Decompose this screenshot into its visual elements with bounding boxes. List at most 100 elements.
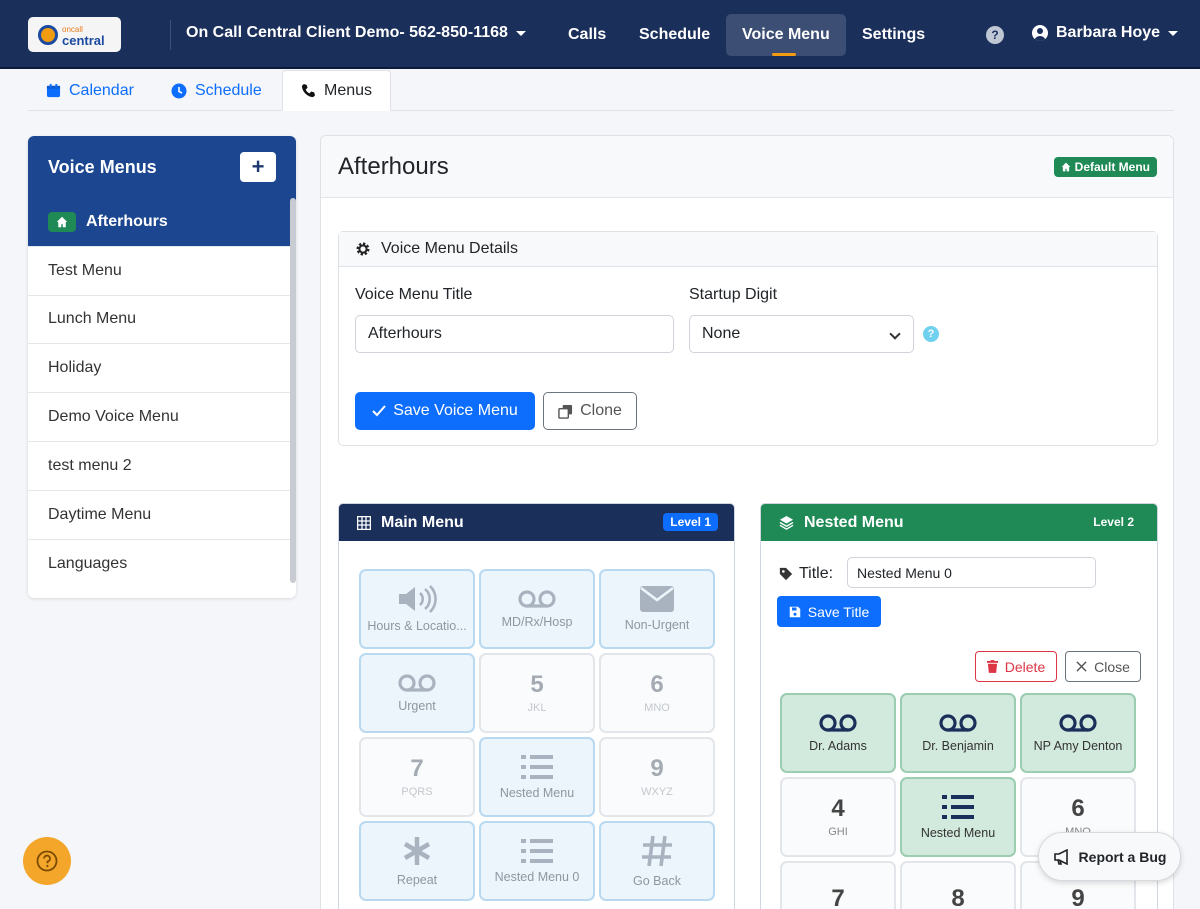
keypad-key-repeat[interactable]: Repeat: [359, 821, 475, 901]
nav-calls[interactable]: Calls: [552, 14, 622, 56]
key-caption: Hours & Locatio...: [367, 619, 467, 633]
delete-button[interactable]: Delete: [975, 651, 1057, 682]
keypad-key-nested-menu-0[interactable]: Nested Menu 0: [479, 821, 595, 901]
clock-icon: [171, 83, 187, 99]
envelope-icon: [640, 586, 674, 612]
phone-icon: [301, 83, 316, 98]
layers-icon: [779, 515, 794, 530]
sub-tabs: Calendar Schedule Menus: [28, 70, 1174, 111]
sidebar-item-test-menu-2[interactable]: test menu 2: [28, 442, 296, 491]
keypad-key-7[interactable]: 7 PQRS: [359, 737, 475, 817]
keypad-key-8[interactable]: 8: [900, 861, 1016, 909]
voicemail-icon: [517, 589, 557, 609]
close-button[interactable]: Close: [1065, 651, 1141, 682]
active-indicator: [772, 53, 796, 56]
nav-schedule[interactable]: Schedule: [623, 14, 726, 56]
sidebar-scrollbar[interactable]: [290, 198, 296, 583]
save-title-button[interactable]: Save Title: [777, 596, 881, 627]
sidebar-item-test-menu[interactable]: Test Menu: [28, 247, 296, 296]
top-navbar: oncall central On Call Central Client Dem…: [0, 0, 1200, 69]
close-icon: [1076, 661, 1087, 672]
key-caption: Dr. Benjamin: [922, 739, 994, 753]
keypad-key-non-urgent[interactable]: Non-Urgent: [599, 569, 715, 649]
client-selector[interactable]: On Call Central Client Demo- 562-850-116…: [186, 24, 526, 42]
user-menu[interactable]: Barbara Hoye: [1032, 24, 1179, 42]
key-digit: 4: [831, 795, 845, 822]
keypad-key-dr-adams[interactable]: Dr. Adams: [780, 693, 896, 773]
sidebar-item-lunch-menu[interactable]: Lunch Menu: [28, 296, 296, 345]
sidebar-title: Voice Menus: [48, 156, 157, 177]
key-caption: Nested Menu: [499, 786, 575, 800]
add-voice-menu-button[interactable]: +: [240, 152, 276, 182]
chevron-down-icon: [515, 30, 526, 36]
keypad-key-md-rx-hosp[interactable]: MD/Rx/Hosp: [479, 569, 595, 649]
startup-digit-select[interactable]: None: [689, 315, 914, 353]
keypad-key-6[interactable]: 6 MNO: [599, 653, 715, 733]
key-digit: 9: [650, 755, 664, 782]
keypad-key-go-back[interactable]: Go Back: [599, 821, 715, 901]
startup-digit-label: Startup Digit: [689, 286, 778, 303]
keypad-key-hours-locatio[interactable]: Hours & Locatio...: [359, 569, 475, 649]
report-bug-button[interactable]: Report a Bug: [1038, 832, 1181, 881]
tab-schedule[interactable]: Schedule: [153, 70, 280, 111]
key-caption: Repeat: [396, 873, 438, 887]
list-icon: [521, 838, 553, 864]
nav-settings[interactable]: Settings: [846, 14, 941, 56]
help-fab-button[interactable]: [23, 837, 71, 885]
nested-title-input[interactable]: Nested Menu 0: [847, 557, 1096, 588]
clone-icon: [558, 404, 573, 419]
keypad-key-5[interactable]: 5 JKL: [479, 653, 595, 733]
user-icon: [1032, 25, 1048, 41]
brand-logo[interactable]: oncall central: [28, 17, 121, 52]
help-icon[interactable]: ?: [986, 26, 1004, 44]
nested-menu-header: Nested Menu: [804, 513, 904, 531]
key-digit: 6: [650, 671, 664, 698]
logo-text-bottom: central: [62, 32, 105, 48]
keypad-key-nested-menu[interactable]: Nested Menu: [900, 777, 1016, 857]
keypad-key-7[interactable]: 7: [780, 861, 896, 909]
level-badge: Level 2: [1093, 515, 1134, 529]
tab-menus[interactable]: Menus: [282, 70, 392, 111]
tab-calendar[interactable]: Calendar: [28, 70, 152, 111]
sidebar-item-holiday[interactable]: Holiday: [28, 344, 296, 394]
sidebar-item-afterhours[interactable]: Afterhours: [28, 198, 296, 247]
title-label: Voice Menu Title: [355, 286, 473, 303]
key-caption: Non-Urgent: [624, 618, 690, 632]
hash-icon: [641, 834, 673, 868]
keypad-key-4[interactable]: 4 GHI: [780, 777, 896, 857]
save-voice-menu-button[interactable]: Save Voice Menu: [355, 392, 535, 430]
voicemail-icon: [1058, 713, 1098, 733]
sidebar-item-languages[interactable]: Languages: [28, 540, 296, 589]
nav-voice-menu[interactable]: Voice Menu: [726, 14, 846, 56]
key-letters: MNO: [644, 702, 670, 714]
level-badge: Level 1: [663, 513, 718, 531]
megaphone-icon: [1053, 848, 1068, 865]
chevron-down-icon: [889, 328, 901, 340]
key-letters: WXYZ: [641, 786, 673, 798]
keypad-key-np-amy-denton[interactable]: NP Amy Denton: [1020, 693, 1136, 773]
keypad-key-urgent[interactable]: Urgent: [359, 653, 475, 733]
sidebar-item-daytime-menu[interactable]: Daytime Menu: [28, 491, 296, 540]
startup-digit-help-icon[interactable]: ?: [923, 326, 939, 342]
key-caption: Nested Menu 0: [494, 870, 580, 884]
main-menu-header: Main Menu: [381, 513, 464, 531]
clone-button[interactable]: Clone: [543, 392, 637, 430]
voice-menu-title-input[interactable]: Afterhours: [355, 315, 674, 353]
asterisk-icon: [401, 835, 433, 867]
key-letters: GHI: [828, 826, 848, 838]
sidebar-item-demo-voice-menu[interactable]: Demo Voice Menu: [28, 393, 296, 442]
list-icon: [521, 754, 553, 780]
tag-icon: [779, 567, 793, 581]
calendar-icon: [46, 83, 61, 98]
voice-menu-details: Voice Menu Details Voice Menu Title Afte…: [338, 231, 1158, 446]
key-caption: Urgent: [398, 699, 436, 713]
key-letters: JKL: [527, 702, 547, 714]
keypad-key-nested-menu[interactable]: Nested Menu: [479, 737, 595, 817]
nested-title-label: Title:: [799, 565, 834, 582]
keypad-key-9[interactable]: 9 WXYZ: [599, 737, 715, 817]
keypad-key-dr-benjamin[interactable]: Dr. Benjamin: [900, 693, 1016, 773]
key-digit: 8: [951, 885, 965, 909]
gear-icon: [355, 241, 371, 257]
voice-menu-card: Afterhours Default Menu Voice Menu Detai…: [320, 135, 1174, 909]
check-icon: [372, 405, 386, 417]
